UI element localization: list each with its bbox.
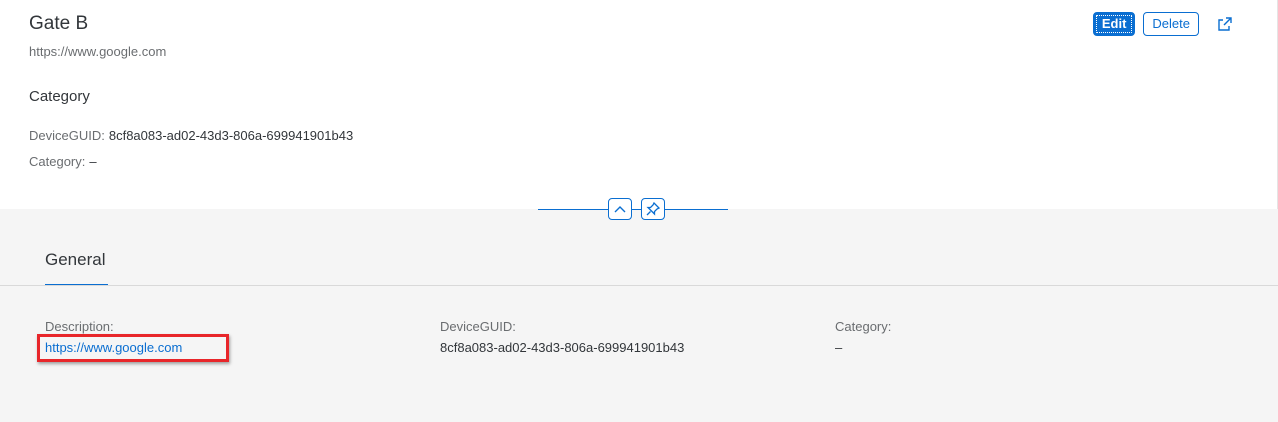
description-label: Description:: [45, 319, 114, 334]
highlight-box: [37, 334, 229, 362]
deviceguid-label: DeviceGUID:: [440, 319, 516, 334]
category-label: Category:: [835, 319, 892, 334]
header-field-value: –: [89, 154, 97, 169]
header-field-value: 8cf8a083-ad02-43d3-806a-699941901b43: [108, 128, 354, 143]
deviceguid-value: 8cf8a083-ad02-43d3-806a-699941901b43: [440, 340, 685, 355]
category-value: –: [835, 340, 843, 355]
page-subtitle: https://www.google.com: [29, 44, 167, 59]
page-title: Gate B: [29, 13, 89, 34]
share-icon[interactable]: [1213, 12, 1237, 36]
tab-bar-divider: [0, 285, 1278, 286]
header-divider: [538, 209, 728, 210]
delete-button[interactable]: Delete: [1143, 12, 1199, 36]
header-actions: Edit Delete: [1092, 12, 1237, 36]
header-field-deviceguid: DeviceGUID: 8cf8a083-ad02-43d3-806a-69994…: [29, 128, 353, 143]
section-heading: Category: [29, 88, 90, 105]
chevron-up-icon[interactable]: [608, 198, 632, 220]
tab-general[interactable]: General: [45, 250, 105, 270]
header-field-label: DeviceGUID:: [29, 128, 105, 143]
header-field-category: Category: –: [29, 154, 97, 169]
object-header: Gate B https://www.google.com Category D…: [0, 0, 1278, 209]
header-field-label: Category:: [29, 154, 86, 169]
pin-icon[interactable]: [641, 198, 665, 220]
edit-button[interactable]: Edit: [1092, 12, 1136, 36]
